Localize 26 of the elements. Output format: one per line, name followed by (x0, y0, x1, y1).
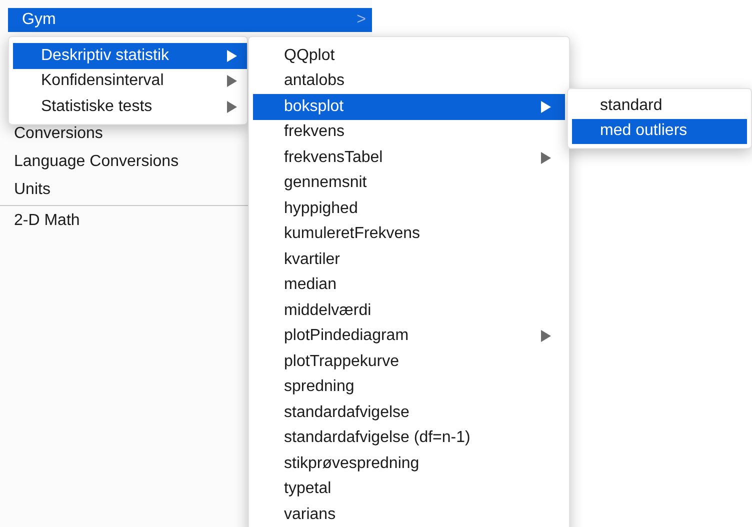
menu-item[interactable]: Statistiske tests (13, 94, 247, 120)
menu-item[interactable]: varians (253, 502, 565, 527)
menu-item[interactable]: standardafvigelse (253, 400, 565, 426)
menu-item[interactable]: frekvensTabel (253, 145, 565, 170)
menu-item[interactable]: spredning (253, 374, 565, 400)
menu-item[interactable]: Konfidensinterval (13, 68, 247, 94)
menu-item[interactable]: kvartiler (253, 247, 565, 272)
menu-item[interactable]: antalobs (253, 68, 565, 94)
menu-item[interactable]: Deskriptiv statistik (13, 43, 247, 68)
menu-item[interactable]: plotTrappekurve (253, 349, 565, 374)
menu-item[interactable]: standardafvigelse (df=n-1) (253, 426, 565, 451)
menu-item[interactable]: hyppighed (253, 196, 565, 222)
menu-item[interactable]: QQplot (253, 43, 565, 68)
submenu-arrow: > (356, 10, 366, 30)
menu-item[interactable]: median (253, 272, 565, 298)
menu-item[interactable]: standard (572, 93, 747, 118)
menu-item[interactable]: med outliers (572, 118, 747, 144)
menu-item[interactable]: typetal (253, 476, 565, 502)
menu-item[interactable]: Gym > (8, 8, 372, 32)
menu-item[interactable]: frekvens (253, 120, 565, 145)
menu-item[interactable]: kumuleretFrekvens (253, 222, 565, 247)
menu-item[interactable]: stikprøvespredning (253, 451, 565, 476)
menu-item[interactable]: boksplot (253, 94, 565, 120)
menu-item[interactable]: plotPindediagram (253, 324, 565, 349)
menu-item[interactable]: middelværdi (253, 298, 565, 324)
menu-item[interactable]: gennemsnit (253, 170, 565, 196)
